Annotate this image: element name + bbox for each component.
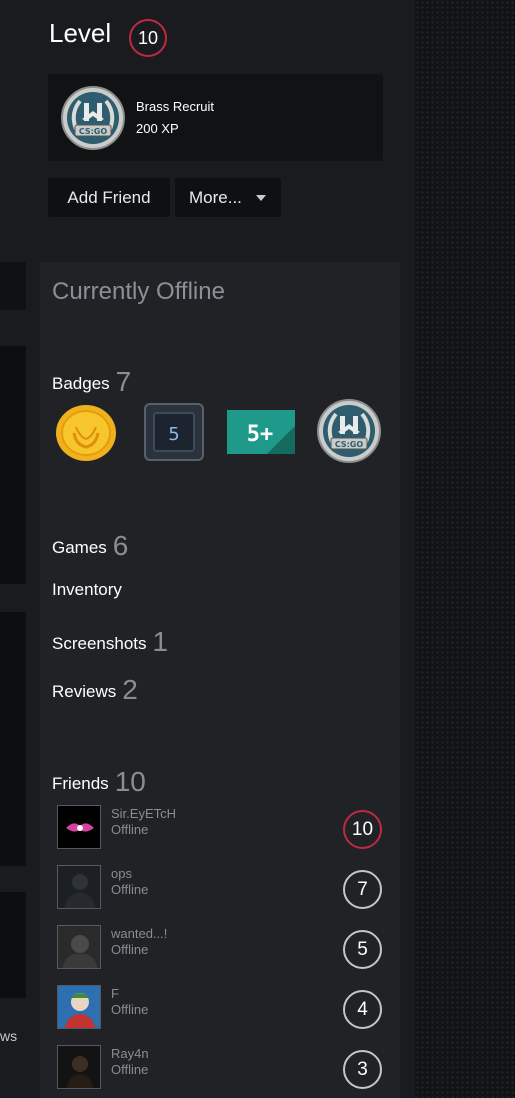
favorite-badge-box[interactable]: CS:GO Brass Recruit 200 XP (48, 74, 383, 161)
main-column-block (0, 262, 26, 310)
badges-link[interactable]: Badges 7 (52, 366, 131, 398)
reviews-count: 2 (122, 674, 138, 705)
friends-count: 10 (114, 766, 146, 797)
badge-xp: 200 XP (136, 121, 179, 136)
friend-avatar[interactable] (57, 925, 101, 969)
five-plus-badge[interactable]: 5+ (227, 410, 297, 461)
friend-avatar[interactable] (57, 805, 101, 849)
friend-name[interactable]: F (111, 986, 119, 1001)
friend-level-badge: 10 (343, 810, 382, 849)
friends-label: Friends (52, 774, 109, 793)
friend-level-badge: 7 (343, 870, 382, 909)
friend-status: Offline (111, 942, 149, 957)
friend-name[interactable]: wanted...! (111, 926, 167, 941)
inventory-label: Inventory (52, 580, 122, 599)
gold-medal-icon[interactable] (54, 403, 118, 468)
games-label: Games (52, 538, 107, 557)
games-count: 6 (112, 530, 129, 561)
csgo-badge-icon[interactable]: CS:GO (316, 398, 382, 469)
friend-status: Offline (111, 882, 149, 897)
reviews-label: Reviews (52, 682, 117, 701)
level-label: Level (49, 18, 112, 48)
reviews-link[interactable]: Reviews 2 (52, 674, 138, 706)
page-pattern-background (415, 0, 515, 1098)
level-badge[interactable]: 10 (129, 19, 167, 57)
more-button[interactable]: More... (175, 178, 281, 217)
friend-name[interactable]: Sir.EyETcH (111, 806, 176, 821)
years-of-service-badge[interactable]: 5 (144, 403, 204, 466)
badge-name: Brass Recruit (136, 99, 215, 114)
friend-level-badge: 3 (343, 1050, 382, 1089)
svg-text:CS:GO: CS:GO (79, 127, 108, 136)
friend-status: Offline (111, 1062, 149, 1077)
friend-level-badge: 4 (343, 990, 382, 1029)
svg-text:CS:GO: CS:GO (335, 440, 364, 449)
friend-avatar[interactable] (57, 985, 101, 1029)
screenshots-label: Screenshots (52, 634, 147, 653)
five-plus-text: 5+ (247, 422, 274, 447)
more-button-label: More... (189, 188, 242, 207)
online-status: Currently Offline (52, 278, 225, 305)
friends-link[interactable]: Friends 10 (52, 766, 146, 798)
friend-name[interactable]: Ray4n (111, 1046, 149, 1061)
friend-avatar[interactable] (57, 1045, 101, 1089)
friend-name[interactable]: ops (111, 866, 132, 881)
add-friend-button[interactable]: Add Friend (48, 178, 170, 217)
csgo-emblem-icon: CS:GO (60, 85, 126, 156)
friend-status: Offline (111, 1002, 149, 1017)
games-link[interactable]: Games 6 (52, 530, 128, 562)
friend-status: Offline (111, 822, 149, 837)
main-column-block (0, 346, 26, 584)
screenshots-count: 1 (152, 626, 169, 657)
inventory-link[interactable]: Inventory (52, 580, 122, 600)
friend-avatar[interactable] (57, 865, 101, 909)
years-badge-number: 5 (168, 424, 179, 445)
main-column-text: ws (0, 1028, 18, 1044)
main-column-block (0, 892, 26, 998)
badges-count: 7 (115, 366, 132, 397)
main-column-block (0, 612, 26, 866)
friend-level-badge: 5 (343, 930, 382, 969)
screenshots-link[interactable]: Screenshots 1 (52, 626, 168, 658)
caret-down-icon (256, 195, 266, 201)
badges-label: Badges (52, 374, 110, 393)
